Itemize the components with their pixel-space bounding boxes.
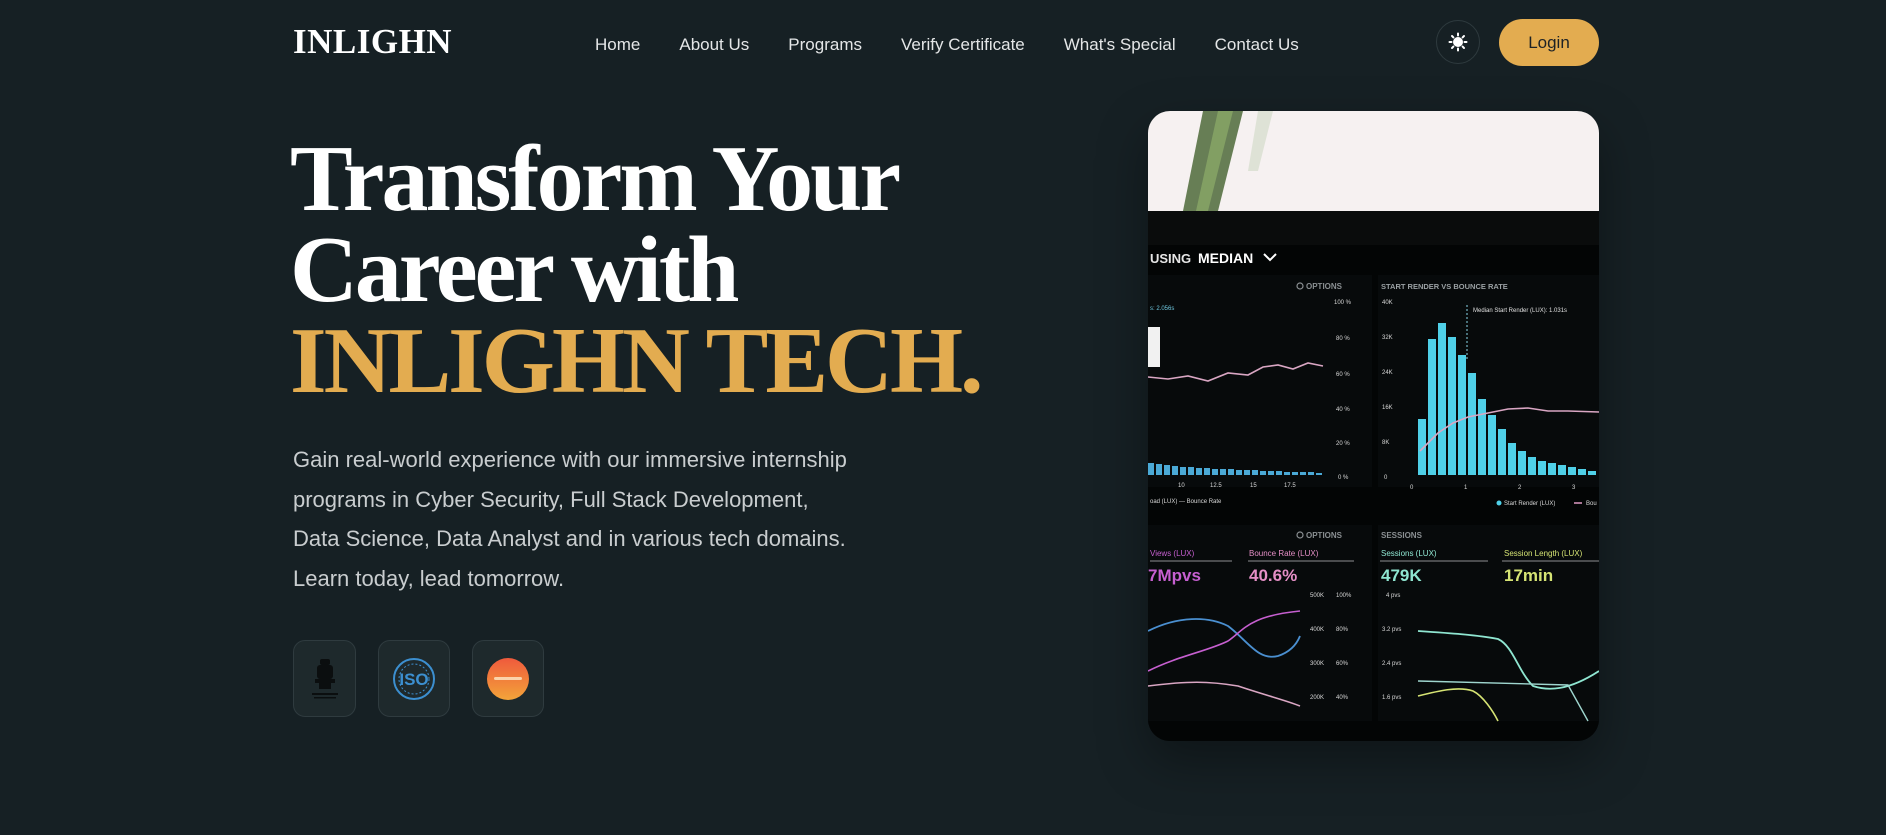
bl-tick: 200K (1310, 695, 1324, 701)
br-tick: 1.6 pvs (1382, 695, 1401, 701)
right-y-tick: 32K (1382, 335, 1393, 341)
dashboard-header-prefix: USING (1150, 251, 1191, 266)
main-nav: Home About Us Programs Verify Certificat… (595, 33, 1338, 57)
br-tick: 4 pvs (1386, 593, 1400, 599)
left-y-tick: 80 % (1336, 336, 1350, 342)
description-line: Data Science, Data Analyst and in variou… (293, 526, 846, 551)
iso-badge: ISO (378, 640, 450, 717)
headline-accent: INLIGHN TECH. (290, 309, 984, 413)
right-y-tick: 40K (1382, 300, 1393, 306)
sun-icon (1448, 32, 1468, 52)
nav-whats-special[interactable]: What's Special (1064, 33, 1176, 57)
hero-description: Gain real-world experience with our imme… (293, 440, 893, 598)
description-line: Gain real-world experience with our imme… (293, 447, 847, 472)
headline-line-1: Transform Your (290, 127, 901, 231)
left-y-tick: 0 % (1338, 475, 1349, 481)
right-y-tick: 8K (1382, 440, 1389, 446)
right-y-tick: 16K (1382, 405, 1393, 411)
left-y-tick: 20 % (1336, 441, 1350, 447)
left-x-tick: 10 (1178, 483, 1185, 489)
bl-tick: 60% (1336, 661, 1349, 667)
bl-tick: 500K (1310, 593, 1324, 599)
dashboard-header-metric: MEDIAN (1198, 250, 1253, 266)
chart-annotation: Median Start Render (LUX): 1.031s (1473, 308, 1567, 314)
left-x-tick: 12.5 (1210, 483, 1222, 489)
nav-verify-certificate[interactable]: Verify Certificate (901, 33, 1025, 57)
bl-tick: 40% (1336, 695, 1349, 701)
description-line: Learn today, lead tomorrow. (293, 565, 565, 591)
left-y-tick: 100 % (1334, 300, 1352, 306)
stat-value: 17min (1504, 566, 1553, 585)
stat-label: Sessions (LUX) (1381, 549, 1437, 558)
left-annotation: s: 2.056s (1150, 306, 1174, 312)
stat-label: Views (LUX) (1150, 549, 1195, 558)
right-legend-1: Start Render (LUX) (1504, 501, 1555, 507)
nav-programs[interactable]: Programs (788, 33, 862, 57)
bl-tick: 80% (1336, 627, 1349, 633)
sessions-title: SESSIONS (1381, 531, 1423, 540)
bl-tick: 100% (1336, 593, 1352, 599)
iso-logo-icon: ISO (393, 657, 435, 700)
stat-value: 40.6% (1249, 566, 1297, 585)
left-y-tick: 60 % (1336, 372, 1350, 378)
nav-contact-us[interactable]: Contact Us (1215, 33, 1299, 57)
dashboard-photo: USING MEDIAN OPTIONS s: 2.056s 100 % 80 … (1148, 111, 1599, 741)
bl-tick: 400K (1310, 627, 1324, 633)
left-y-tick: 40 % (1336, 407, 1350, 413)
nav-home[interactable]: Home (595, 33, 640, 57)
hero-dashboard-image: USING MEDIAN OPTIONS s: 2.056s 100 % 80 … (1148, 111, 1599, 741)
iso-logo-text: ISO (399, 670, 428, 689)
left-x-tick: 17.5 (1284, 483, 1296, 489)
stat-value: 479K (1381, 566, 1422, 585)
headline-line-2: Career with (290, 218, 739, 322)
left-legend: oad (LUX) — Bounce Rate (1150, 499, 1222, 505)
certification-logo-icon (487, 657, 529, 700)
stat-value: 7Mpvs (1148, 566, 1201, 585)
emblem-logo-icon (311, 658, 338, 698)
chart-title: START RENDER VS BOUNCE RATE (1381, 282, 1508, 291)
login-button[interactable]: Login (1499, 19, 1599, 66)
options-label: OPTIONS (1306, 282, 1343, 291)
bl-tick: 300K (1310, 661, 1324, 667)
brand-logo[interactable]: INLIGHN (293, 22, 452, 62)
certification-badge (472, 640, 544, 717)
options-label-2: OPTIONS (1306, 531, 1343, 540)
right-y-tick: 24K (1382, 370, 1393, 376)
theme-toggle-button[interactable] (1436, 20, 1480, 64)
left-x-tick: 15 (1250, 483, 1257, 489)
description-line: programs in Cyber Security, Full Stack D… (293, 486, 809, 512)
right-legend-2: Bou (1586, 501, 1597, 507)
nav-about-us[interactable]: About Us (679, 33, 749, 57)
hero-headline: Transform Your Career with INLIGHN TECH. (290, 127, 984, 413)
br-tick: 2.4 pvs (1382, 661, 1401, 667)
stat-label: Session Length (LUX) (1504, 549, 1583, 558)
stat-label: Bounce Rate (LUX) (1249, 549, 1319, 558)
emblem-badge (293, 640, 356, 717)
br-tick: 3.2 pvs (1382, 627, 1401, 633)
